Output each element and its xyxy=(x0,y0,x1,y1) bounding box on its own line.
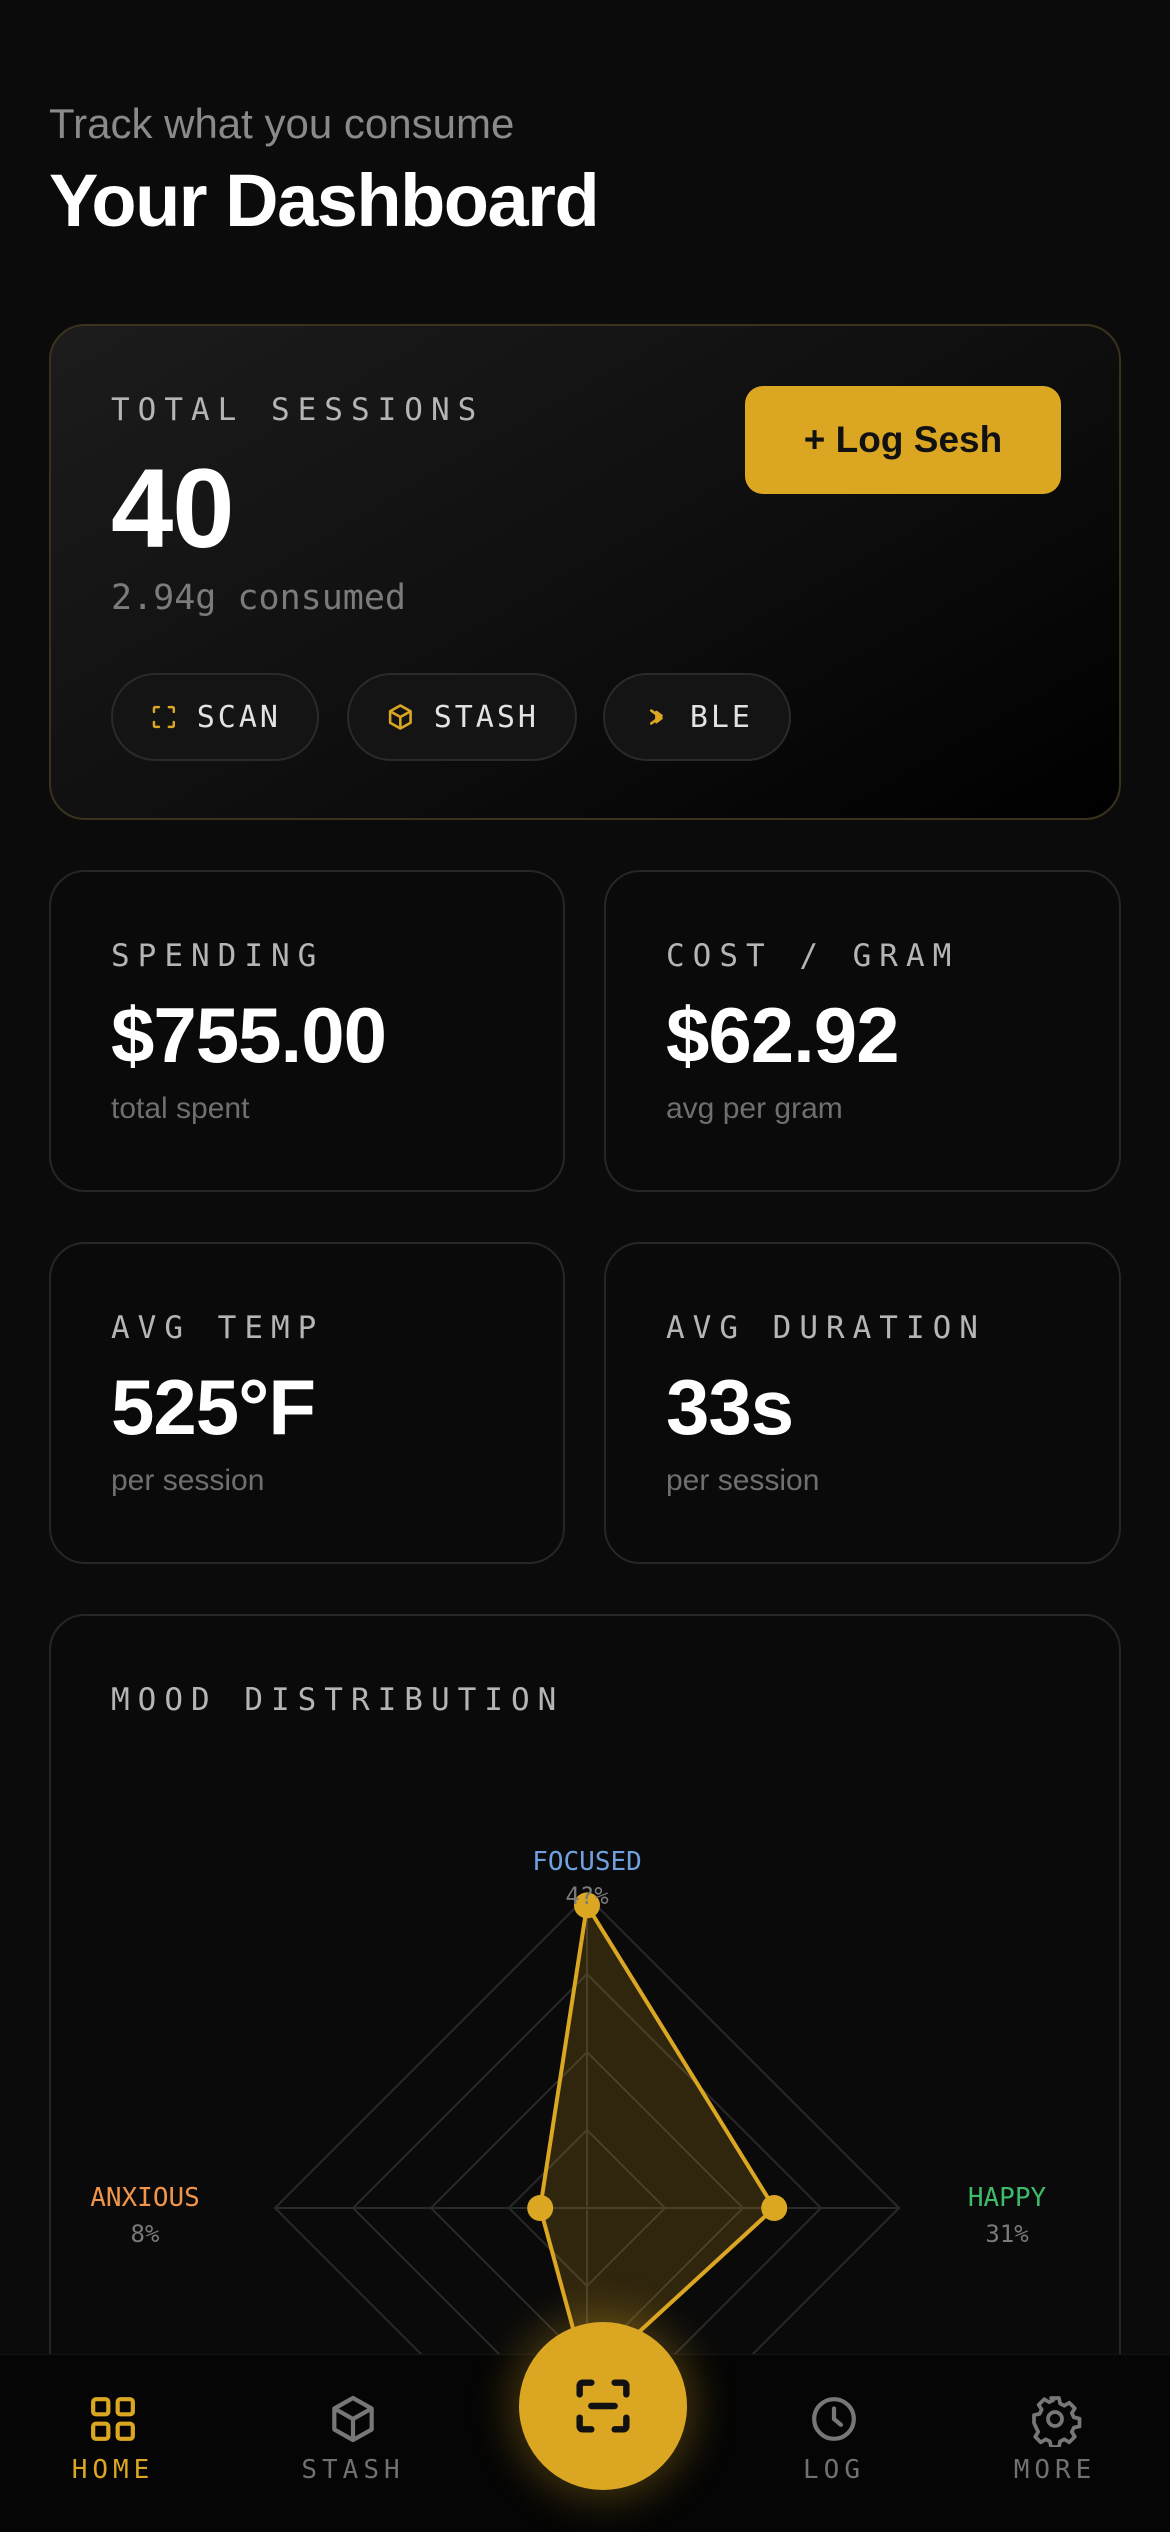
cost-per-gram-card: COST / GRAM $62.92 avg per gram xyxy=(604,870,1121,1192)
gear-icon xyxy=(1032,2396,1082,2447)
radar-data-point xyxy=(761,2195,788,2221)
nav-more-label: MORE xyxy=(1013,2455,1097,2485)
box-icon xyxy=(388,704,412,730)
total-sessions-card: TOTAL SESSIONS 40 2.94g consumed + Log S… xyxy=(49,324,1121,820)
nav-log-label: LOG xyxy=(803,2455,865,2485)
total-sessions-value: 40 xyxy=(111,446,235,571)
nav-home-label: HOME xyxy=(71,2455,155,2485)
cost-per-gram-sub: avg per gram xyxy=(666,1092,843,1125)
nav-log[interactable]: LOG xyxy=(754,2391,914,2485)
stash-chip[interactable]: STASH xyxy=(347,673,577,761)
radar-axis-percent: 4?% xyxy=(565,1882,609,1910)
spending-label: SPENDING xyxy=(111,938,325,974)
spending-value: $755.00 xyxy=(111,991,387,1079)
scan-icon xyxy=(576,2379,630,2433)
dashboard-screen: Track what you consume Your Dashboard TO… xyxy=(0,0,1170,2532)
ble-chip[interactable]: BLE xyxy=(603,673,791,761)
ble-chip-label: BLE xyxy=(689,699,753,735)
nav-stash-label: STASH xyxy=(301,2455,405,2485)
cost-per-gram-label: COST / GRAM xyxy=(666,938,960,974)
radar-data-area xyxy=(538,1903,777,2382)
avg-temp-value: 525°F xyxy=(111,1363,316,1451)
avg-duration-sub: per session xyxy=(666,1464,820,1497)
avg-duration-card: AVG DURATION 33s per session xyxy=(604,1242,1121,1564)
consumed-amount: 2.94g consumed xyxy=(111,578,407,618)
spending-card: SPENDING $755.00 total spent xyxy=(49,870,565,1192)
scan-fab-button[interactable] xyxy=(519,2322,687,2490)
scan-chip-label: SCAN xyxy=(196,699,281,735)
total-sessions-label: TOTAL SESSIONS xyxy=(111,392,485,428)
radar-axis-percent: 8% xyxy=(131,2220,160,2248)
radar-axis-label: ANXIOUS xyxy=(90,2183,200,2213)
stash-chip-label: STASH xyxy=(433,699,539,735)
radar-data-point xyxy=(527,2195,554,2221)
page-subtitle: Track what you consume xyxy=(49,100,515,147)
scan-chip[interactable]: SCAN xyxy=(111,673,319,761)
nav-more[interactable]: MORE xyxy=(975,2391,1135,2485)
log-session-button[interactable]: + Log Sesh xyxy=(745,386,1061,494)
radar-axis-percent: 31% xyxy=(985,2220,1029,2248)
scan-icon xyxy=(152,705,176,729)
radar-axis-label: HAPPY xyxy=(968,2183,1047,2213)
avg-temp-label: AVG TEMP xyxy=(111,1310,325,1346)
avg-duration-label: AVG DURATION xyxy=(666,1310,986,1346)
page-title: Your Dashboard xyxy=(49,159,600,242)
cost-per-gram-value: $62.92 xyxy=(666,991,900,1079)
avg-temp-sub: per session xyxy=(111,1464,265,1497)
box-icon xyxy=(332,2395,374,2443)
nav-home[interactable]: HOME xyxy=(33,2391,193,2485)
clock-icon xyxy=(812,2397,856,2441)
spending-sub: total spent xyxy=(111,1092,250,1125)
radar-axis-label: FOCUSED xyxy=(532,1847,642,1877)
avg-temp-card: AVG TEMP 525°F per session xyxy=(49,1242,565,1564)
avg-duration-value: 33s xyxy=(666,1363,794,1451)
bluetooth-icon xyxy=(649,709,663,725)
nav-stash[interactable]: STASH xyxy=(273,2391,433,2485)
grid-icon xyxy=(91,2397,135,2441)
